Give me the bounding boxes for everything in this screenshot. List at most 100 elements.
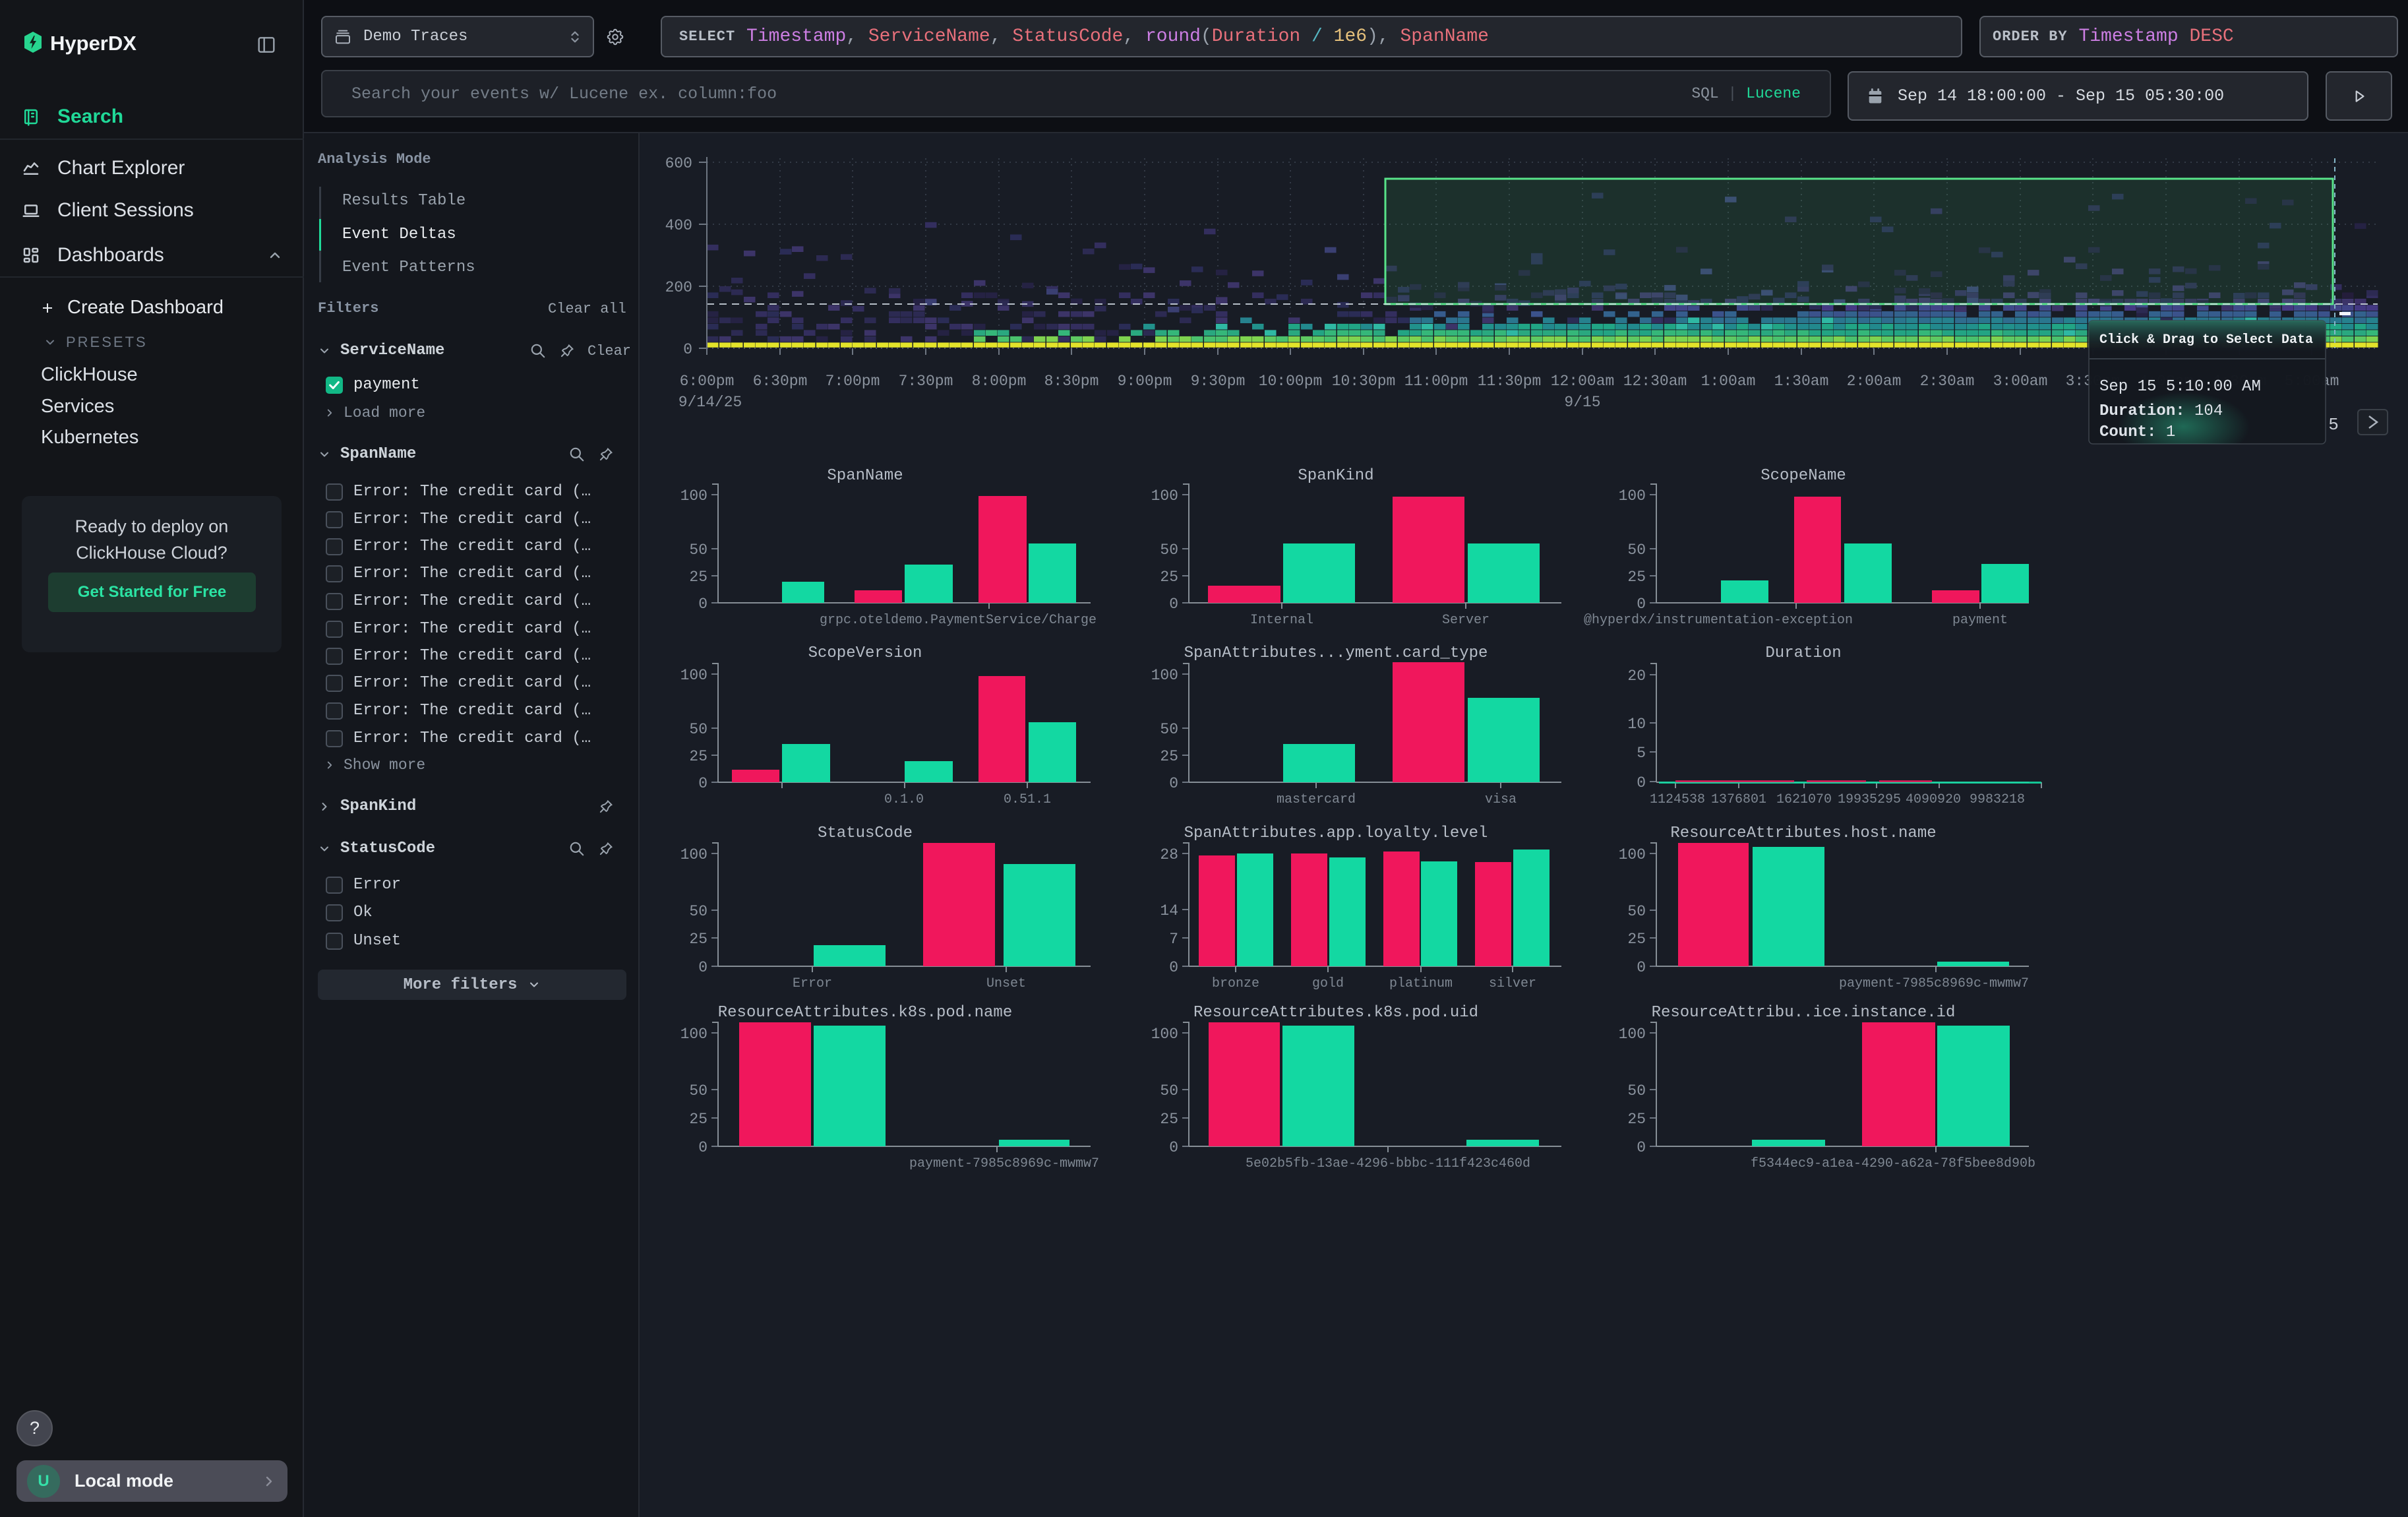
svg-text:5: 5 [1637, 745, 1646, 762]
svg-text:50: 50 [1627, 903, 1646, 920]
svg-text:Sep 15 5:10:00 AM: Sep 15 5:10:00 AM [2099, 378, 2261, 396]
svg-text:7:30pm: 7:30pm [899, 373, 953, 390]
svg-text:payment-7985c8969c-mwmw7: payment-7985c8969c-mwmw7 [909, 1156, 1099, 1171]
svg-text:0: 0 [698, 1139, 707, 1156]
svg-text:0: 0 [1637, 959, 1646, 976]
svg-text:Duration: 104: Duration: 104 [2099, 402, 2223, 420]
svg-text:mastercard: mastercard [1277, 792, 1356, 807]
svg-text:0.51.1: 0.51.1 [1004, 792, 1051, 807]
svg-text:100: 100 [1619, 846, 1646, 863]
svg-text:50: 50 [689, 721, 707, 738]
svg-text:12:00am: 12:00am [1551, 373, 1615, 390]
svg-text:25: 25 [689, 931, 707, 948]
svg-text:25: 25 [1627, 931, 1646, 948]
svg-text:50: 50 [1160, 721, 1178, 738]
svg-text:50: 50 [689, 903, 707, 920]
svg-text:SpanName: SpanName [827, 467, 903, 485]
svg-text:Internal: Internal [1250, 613, 1313, 628]
svg-text:ResourceAttributes.k8s.pod.uid: ResourceAttributes.k8s.pod.uid [1193, 1004, 1478, 1022]
svg-text:1:00am: 1:00am [1701, 373, 1756, 390]
svg-text:8:00pm: 8:00pm [972, 373, 1027, 390]
svg-text:0: 0 [1169, 775, 1178, 792]
svg-text:@hyperdx/instrumentation-excep: @hyperdx/instrumentation-exception [1584, 613, 1853, 628]
svg-text:0: 0 [1637, 1139, 1646, 1156]
svg-text:20: 20 [1627, 667, 1646, 685]
svg-text:4090920: 4090920 [1906, 792, 1961, 807]
svg-text:14: 14 [1160, 902, 1178, 919]
svg-text:28: 28 [1160, 846, 1178, 863]
svg-text:8:30pm: 8:30pm [1044, 373, 1099, 390]
svg-text:9/14/25: 9/14/25 [678, 394, 742, 411]
svg-text:ResourceAttribu..ice.instance.: ResourceAttribu..ice.instance.id [1652, 1004, 1956, 1022]
svg-text:100: 100 [1151, 667, 1178, 684]
svg-text:Server: Server [1442, 613, 1490, 628]
svg-text:5: 5 [2328, 415, 2339, 435]
svg-text:400: 400 [665, 217, 692, 234]
svg-text:9:00pm: 9:00pm [1118, 373, 1172, 390]
svg-text:platinum: platinum [1389, 976, 1453, 991]
svg-text:200: 200 [665, 279, 692, 296]
svg-text:1621070: 1621070 [1776, 792, 1832, 807]
svg-text:StatusCode: StatusCode [818, 824, 913, 842]
svg-text:Unset: Unset [986, 976, 1026, 991]
svg-text:25: 25 [689, 1111, 707, 1128]
svg-text:100: 100 [1151, 1026, 1178, 1043]
svg-text:10:00pm: 10:00pm [1259, 373, 1323, 390]
svg-text:25: 25 [1627, 569, 1646, 586]
svg-text:25: 25 [1160, 748, 1178, 765]
svg-text:50: 50 [1160, 1082, 1178, 1099]
svg-text:0: 0 [698, 775, 707, 792]
svg-text:SpanAttributes.app.loyalty.lev: SpanAttributes.app.loyalty.level [1184, 824, 1488, 842]
svg-text:Duration: Duration [1765, 644, 1841, 662]
svg-text:9983218: 9983218 [1970, 792, 2025, 807]
svg-text:payment-7985c8969c-mwmw7: payment-7985c8969c-mwmw7 [1839, 976, 2029, 991]
svg-text:100: 100 [680, 1026, 707, 1043]
svg-text:0: 0 [1637, 774, 1646, 791]
svg-text:25: 25 [689, 748, 707, 765]
svg-text:10: 10 [1627, 716, 1646, 733]
svg-text:10:30pm: 10:30pm [1332, 373, 1396, 390]
svg-text:f5344ec9-a1ea-4290-a62a-78f5be: f5344ec9-a1ea-4290-a62a-78f5bee8d90b [1751, 1156, 2035, 1171]
svg-text:0: 0 [698, 596, 707, 613]
svg-text:1124538: 1124538 [1650, 792, 1705, 807]
svg-text:100: 100 [1619, 1026, 1646, 1043]
svg-text:grpc.oteldemo.PaymentService/C: grpc.oteldemo.PaymentService/Charge [820, 613, 1097, 628]
svg-text:50: 50 [689, 1082, 707, 1099]
svg-text:600: 600 [665, 155, 692, 172]
svg-text:ScopeName: ScopeName [1761, 467, 1846, 485]
svg-text:ResourceAttributes.k8s.pod.nam: ResourceAttributes.k8s.pod.name [718, 1004, 1012, 1022]
svg-text:50: 50 [1160, 542, 1178, 559]
svg-text:5e02b5fb-13ae-4296-bbbc-111f42: 5e02b5fb-13ae-4296-bbbc-111f423c460d [1246, 1156, 1530, 1171]
svg-text:SpanKind: SpanKind [1298, 467, 1373, 485]
svg-text:25: 25 [689, 569, 707, 586]
svg-text:bronze: bronze [1212, 976, 1259, 991]
svg-text:0: 0 [1169, 959, 1178, 976]
svg-text:7:00pm: 7:00pm [826, 373, 880, 390]
svg-text:Click & Drag to Select Data: Click & Drag to Select Data [2099, 332, 2313, 348]
svg-text:50: 50 [1627, 542, 1646, 559]
svg-text:SpanAttributes...yment.card_ty: SpanAttributes...yment.card_type [1184, 644, 1488, 662]
svg-text:50: 50 [689, 542, 707, 559]
svg-text:2:00am: 2:00am [1847, 373, 1902, 390]
svg-text:2:30am: 2:30am [1920, 373, 1975, 390]
svg-text:ResourceAttributes.host.name: ResourceAttributes.host.name [1670, 824, 1936, 842]
svg-text:6:00pm: 6:00pm [680, 373, 735, 390]
svg-text:25: 25 [1627, 1111, 1646, 1128]
svg-text:100: 100 [1619, 487, 1646, 505]
svg-text:0: 0 [698, 959, 707, 976]
svg-text:1:30am: 1:30am [1774, 373, 1829, 390]
svg-text:11:00pm: 11:00pm [1404, 373, 1468, 390]
svg-text:11:30pm: 11:30pm [1478, 373, 1542, 390]
svg-text:3:00am: 3:00am [1993, 373, 2048, 390]
svg-text:Error: Error [793, 976, 832, 991]
svg-text:0: 0 [1637, 596, 1646, 613]
svg-text:25: 25 [1160, 1111, 1178, 1128]
svg-text:100: 100 [680, 487, 707, 505]
svg-text:0: 0 [1169, 596, 1178, 613]
svg-text:0: 0 [683, 341, 692, 358]
svg-text:12:30am: 12:30am [1623, 373, 1687, 390]
svg-text:100: 100 [680, 846, 707, 863]
svg-text:19935295: 19935295 [1838, 792, 1901, 807]
svg-text:100: 100 [1151, 487, 1178, 505]
svg-text:payment: payment [1952, 613, 2008, 628]
